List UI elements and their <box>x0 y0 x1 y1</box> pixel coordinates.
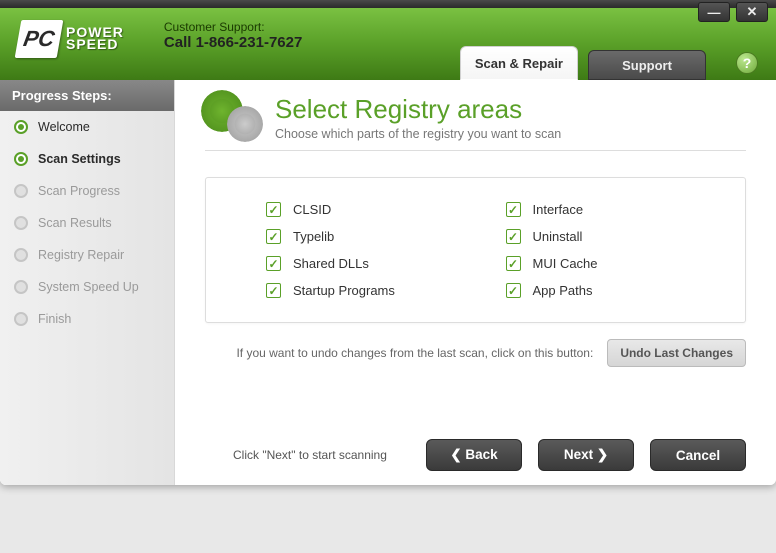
check-uninstall[interactable]: ✓ Uninstall <box>506 229 686 244</box>
radio-icon <box>14 280 28 294</box>
header: PC POWER SPEED Customer Support: Call 1-… <box>0 8 776 80</box>
support-phone: Call 1-866-231-7627 <box>164 34 302 51</box>
logo-text: POWER SPEED <box>66 27 124 51</box>
main-content: Select Registry areas Choose which parts… <box>175 80 776 485</box>
check-app-paths[interactable]: ✓ App Paths <box>506 283 686 298</box>
step-scan-settings[interactable]: Scan Settings <box>0 143 174 175</box>
undo-button[interactable]: Undo Last Changes <box>607 339 746 367</box>
step-label: Finish <box>38 312 71 326</box>
page-title: Select Registry areas <box>275 94 561 125</box>
step-system-speed-up[interactable]: System Speed Up <box>0 271 174 303</box>
logo-line2: SPEED <box>66 39 124 51</box>
check-label: Uninstall <box>533 229 583 244</box>
step-finish[interactable]: Finish <box>0 303 174 335</box>
step-registry-repair[interactable]: Registry Repair <box>0 239 174 271</box>
back-button[interactable]: ❮ Back <box>426 439 522 471</box>
step-welcome[interactable]: Welcome <box>0 111 174 143</box>
title-row: Select Registry areas Choose which parts… <box>205 94 746 151</box>
radio-icon <box>14 312 28 326</box>
check-clsid[interactable]: ✓ CLSID <box>266 202 446 217</box>
step-label: Scan Progress <box>38 184 120 198</box>
check-label: Startup Programs <box>293 283 395 298</box>
checkbox-icon: ✓ <box>266 229 281 244</box>
check-typelib[interactable]: ✓ Typelib <box>266 229 446 244</box>
checkbox-icon: ✓ <box>506 202 521 217</box>
check-label: Interface <box>533 202 584 217</box>
undo-row: If you want to undo changes from the las… <box>205 339 746 367</box>
step-label: Registry Repair <box>38 248 124 262</box>
app-logo: PC POWER SPEED <box>18 20 124 58</box>
support-info: Customer Support: Call 1-866-231-7627 <box>164 20 302 51</box>
help-icon[interactable]: ? <box>736 52 758 74</box>
titles: Select Registry areas Choose which parts… <box>275 94 561 141</box>
check-label: Shared DLLs <box>293 256 369 271</box>
close-button[interactable]: ✕ <box>736 2 768 22</box>
app-window: — ✕ PC POWER SPEED Customer Support: Cal… <box>0 0 776 485</box>
check-label: MUI Cache <box>533 256 598 271</box>
checks-grid: ✓ CLSID ✓ Interface ✓ Typelib ✓ Uninstall ✓ Share… <box>266 202 685 298</box>
tab-scan-repair[interactable]: Scan & Repair <box>460 46 578 80</box>
check-label: CLSID <box>293 202 331 217</box>
step-label: Scan Settings <box>38 152 121 166</box>
check-mui-cache[interactable]: ✓ MUI Cache <box>506 256 686 271</box>
logo-badge: PC <box>15 20 64 58</box>
support-label: Customer Support: <box>164 20 302 34</box>
body: Progress Steps: Welcome Scan Settings Scan… <box>0 80 776 485</box>
bottom-row: Click "Next" to start scanning ❮ Back Ne… <box>205 439 746 471</box>
next-hint: Click "Next" to start scanning <box>205 448 387 462</box>
check-startup-programs[interactable]: ✓ Startup Programs <box>266 283 446 298</box>
tab-support[interactable]: Support <box>588 50 706 80</box>
radio-icon <box>14 248 28 262</box>
checkbox-icon: ✓ <box>266 283 281 298</box>
radio-icon <box>14 216 28 230</box>
undo-hint: If you want to undo changes from the las… <box>236 346 593 360</box>
checkbox-icon: ✓ <box>506 283 521 298</box>
page-subtitle: Choose which parts of the registry you w… <box>275 127 561 141</box>
titlebar <box>0 0 776 8</box>
window-controls: — ✕ <box>698 2 768 22</box>
radio-icon <box>14 120 28 134</box>
step-label: Welcome <box>38 120 90 134</box>
checkbox-icon: ✓ <box>506 229 521 244</box>
step-label: Scan Results <box>38 216 112 230</box>
step-scan-progress[interactable]: Scan Progress <box>0 175 174 207</box>
steps-list: Welcome Scan Settings Scan Progress Scan Re… <box>0 111 174 335</box>
radio-icon <box>14 152 28 166</box>
sidebar: Progress Steps: Welcome Scan Settings Scan… <box>0 80 175 485</box>
checkbox-icon: ✓ <box>266 202 281 217</box>
step-scan-results[interactable]: Scan Results <box>0 207 174 239</box>
minimize-button[interactable]: — <box>698 2 730 22</box>
radio-icon <box>14 184 28 198</box>
sidebar-header: Progress Steps: <box>0 80 174 111</box>
check-shared-dlls[interactable]: ✓ Shared DLLs <box>266 256 446 271</box>
checkbox-icon: ✓ <box>506 256 521 271</box>
next-button[interactable]: Next ❯ <box>538 439 634 471</box>
check-label: Typelib <box>293 229 334 244</box>
cancel-button[interactable]: Cancel <box>650 439 746 471</box>
check-interface[interactable]: ✓ Interface <box>506 202 686 217</box>
header-tabs: Scan & Repair Support <box>460 46 706 80</box>
step-label: System Speed Up <box>38 280 139 294</box>
registry-panel: ✓ CLSID ✓ Interface ✓ Typelib ✓ Uninstall ✓ Share… <box>205 177 746 323</box>
check-label: App Paths <box>533 283 593 298</box>
checkbox-icon: ✓ <box>266 256 281 271</box>
gears-icon <box>205 94 263 142</box>
